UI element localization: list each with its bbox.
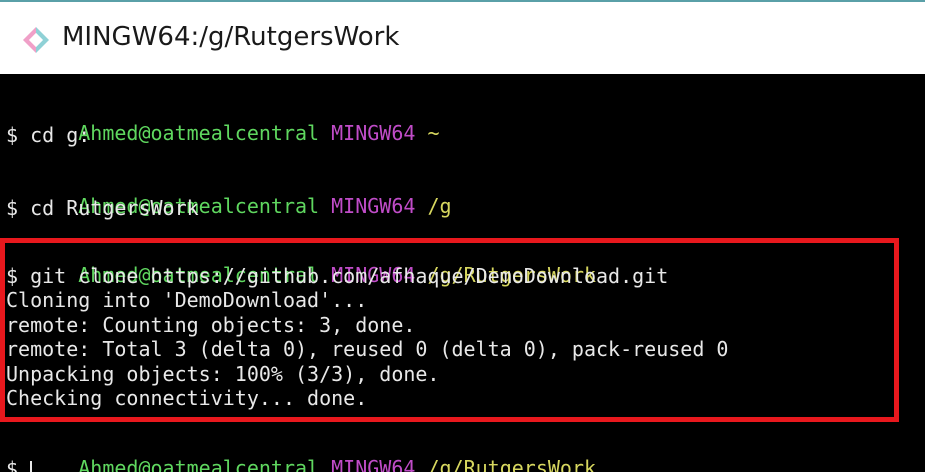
- title-bar[interactable]: MINGW64:/g/RutgersWork: [0, 0, 925, 74]
- output-line: Cloning into 'DemoDownload'...: [6, 288, 368, 312]
- prompt-line: Ahmed@oatmealcentral MINGW64 /g/RutgersW…: [6, 435, 596, 472]
- command-line: $ git clone https://github.com/afhaque/D…: [6, 264, 669, 288]
- command-line: $ cd RutgersWork: [6, 196, 199, 220]
- prompt-user-host: Ahmed@oatmealcentral: [78, 121, 320, 145]
- prompt-path: ~: [427, 121, 440, 145]
- prompt-path: /g: [427, 194, 452, 218]
- output-line: Checking connectivity... done.: [6, 386, 368, 410]
- terminal-output[interactable]: Ahmed@oatmealcentral MINGW64 ~ $ cd g: A…: [0, 74, 925, 472]
- prompt-system: MINGW64: [331, 456, 416, 472]
- input-line[interactable]: $: [6, 457, 33, 472]
- output-line: remote: Total 3 (delta 0), reused 0 (del…: [6, 337, 729, 361]
- prompt-line: Ahmed@oatmealcentral MINGW64 /g/RutgersW…: [6, 242, 596, 286]
- git-bash-icon: [23, 27, 49, 53]
- text-cursor: [30, 461, 33, 472]
- output-line: remote: Counting objects: 3, done.: [6, 313, 416, 337]
- command-line: $ cd g:: [6, 123, 91, 147]
- window-title: MINGW64:/g/RutgersWork: [62, 22, 400, 52]
- prompt-system: MINGW64: [331, 121, 416, 145]
- prompt-line: Ahmed@oatmealcentral MINGW64 ~: [6, 100, 439, 144]
- prompt-line: Ahmed@oatmealcentral MINGW64 /g: [6, 173, 451, 217]
- command-prompt: $: [6, 457, 31, 472]
- prompt-system: MINGW64: [331, 194, 416, 218]
- prompt-user-host: Ahmed@oatmealcentral: [78, 456, 320, 472]
- git-bash-window: MINGW64:/g/RutgersWork Ahmed@oatmealcent…: [0, 0, 925, 472]
- output-line: Unpacking objects: 100% (3/3), done.: [6, 362, 440, 386]
- prompt-path: /g/RutgersWork: [427, 456, 597, 472]
